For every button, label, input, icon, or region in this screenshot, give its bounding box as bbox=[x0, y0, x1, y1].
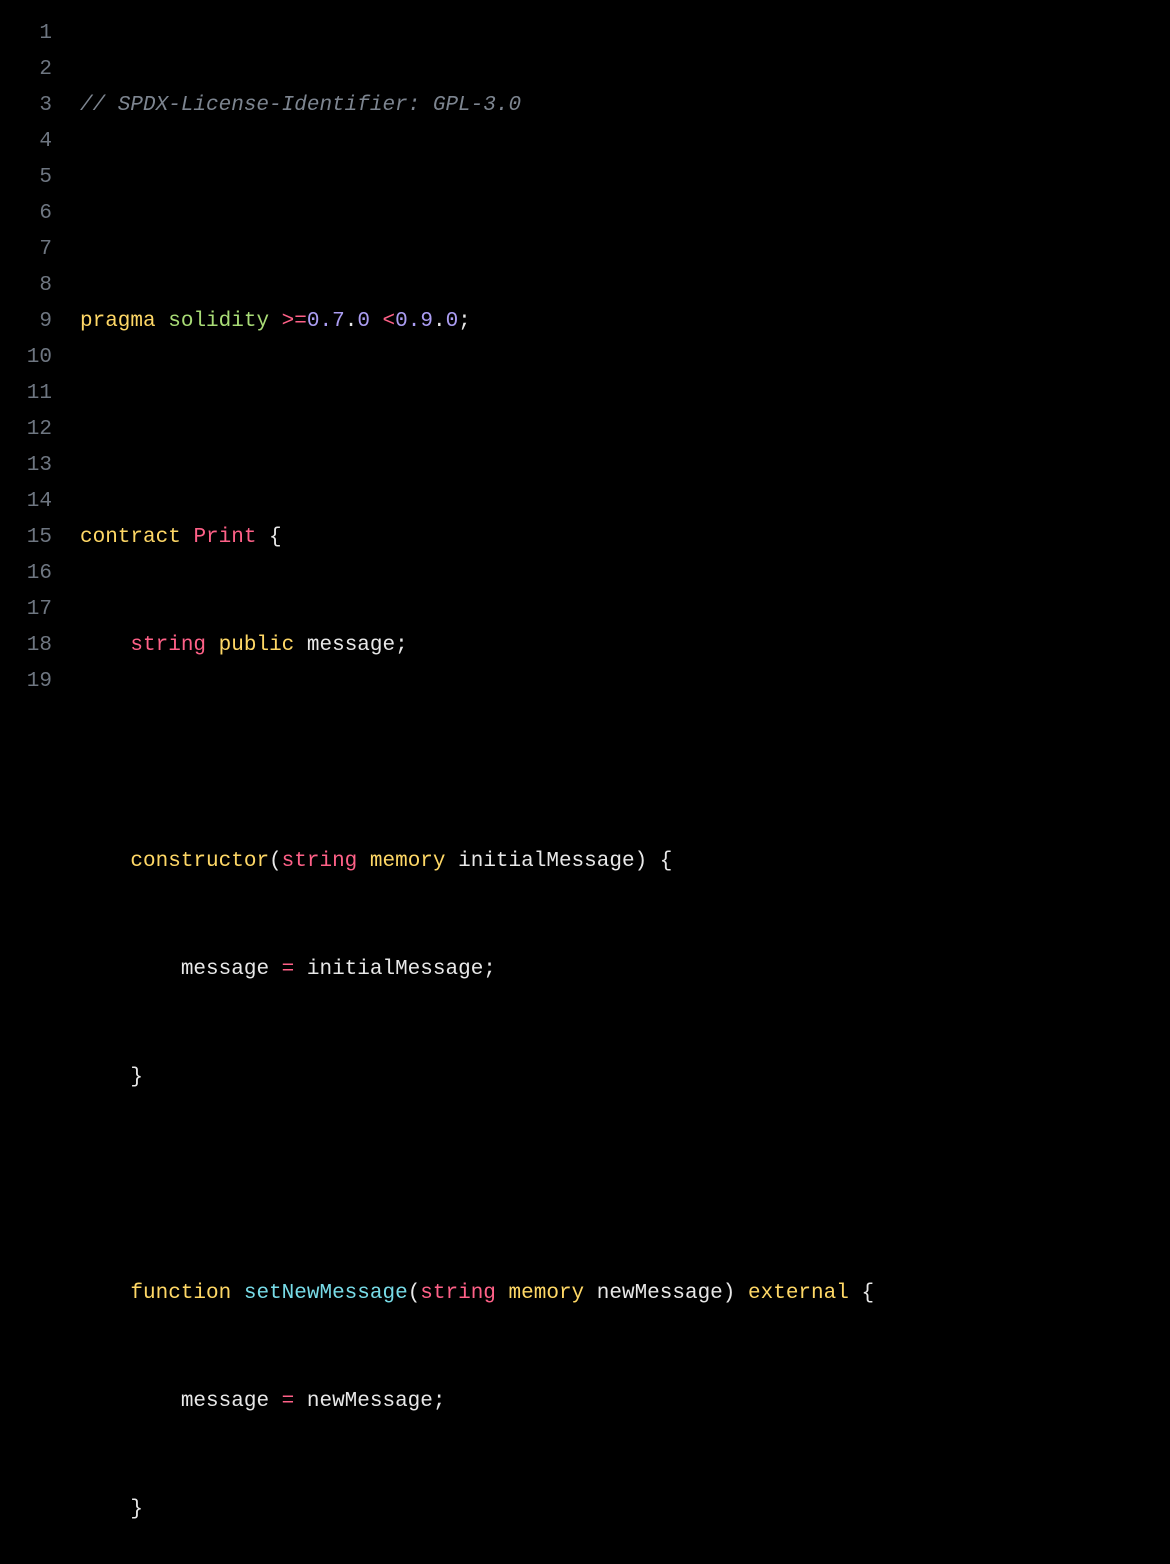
line-number: 5 bbox=[0, 160, 52, 196]
punct-token: ; bbox=[433, 1390, 446, 1413]
punct-token: ) { bbox=[635, 850, 673, 873]
type-token: string bbox=[420, 1282, 496, 1305]
punct-token: ; bbox=[483, 958, 496, 981]
code-editor[interactable]: 1 2 3 4 5 6 7 8 9 10 11 12 13 14 15 16 1… bbox=[0, 16, 1170, 1564]
identifier-token: message bbox=[181, 1390, 282, 1413]
keyword-token: contract bbox=[80, 526, 181, 549]
line-number: 14 bbox=[0, 484, 52, 520]
keyword-token: constructor bbox=[130, 850, 269, 873]
code-line[interactable]: } bbox=[80, 1060, 1170, 1096]
code-line[interactable]: string public message; bbox=[80, 628, 1170, 664]
line-number: 12 bbox=[0, 412, 52, 448]
type-token: string bbox=[130, 634, 206, 657]
punct-token: . bbox=[345, 310, 358, 333]
line-number: 9 bbox=[0, 304, 52, 340]
keyword-token: function bbox=[130, 1282, 231, 1305]
punct-token: ) bbox=[723, 1282, 748, 1305]
line-number: 18 bbox=[0, 628, 52, 664]
code-line[interactable]: } bbox=[80, 1492, 1170, 1528]
indent-token bbox=[80, 634, 130, 657]
identifier-token: solidity bbox=[168, 310, 269, 333]
line-number: 1 bbox=[0, 16, 52, 52]
line-number: 8 bbox=[0, 268, 52, 304]
space-token bbox=[370, 310, 383, 333]
indent-token bbox=[80, 1066, 130, 1089]
line-number: 6 bbox=[0, 196, 52, 232]
punct-token: ; bbox=[395, 634, 408, 657]
line-number: 2 bbox=[0, 52, 52, 88]
line-number-gutter: 1 2 3 4 5 6 7 8 9 10 11 12 13 14 15 16 1… bbox=[0, 16, 80, 1564]
keyword-token: memory bbox=[509, 1282, 585, 1305]
punct-token: } bbox=[130, 1066, 143, 1089]
indent-token bbox=[80, 1390, 181, 1413]
number-token: 0 bbox=[446, 310, 459, 333]
line-number: 11 bbox=[0, 376, 52, 412]
number-token: 0.7 bbox=[307, 310, 345, 333]
punct-token: ( bbox=[408, 1282, 421, 1305]
punct-token: { bbox=[256, 526, 281, 549]
code-line[interactable]: function setNewMessage(string memory new… bbox=[80, 1276, 1170, 1312]
operator-token: < bbox=[383, 310, 396, 333]
line-number: 7 bbox=[0, 232, 52, 268]
code-line[interactable] bbox=[80, 412, 1170, 448]
keyword-token: memory bbox=[370, 850, 446, 873]
punct-token: } bbox=[130, 1498, 143, 1521]
punct-token: ( bbox=[269, 850, 282, 873]
indent-token bbox=[80, 850, 130, 873]
punct-token: ; bbox=[458, 310, 471, 333]
code-line[interactable] bbox=[80, 736, 1170, 772]
indent-token bbox=[80, 958, 181, 981]
number-token: 0.9 bbox=[395, 310, 433, 333]
code-line[interactable] bbox=[80, 1168, 1170, 1204]
identifier-token: newMessage bbox=[294, 1390, 433, 1413]
code-line[interactable]: message = newMessage; bbox=[80, 1384, 1170, 1420]
number-token: 0 bbox=[357, 310, 370, 333]
line-number: 19 bbox=[0, 664, 52, 700]
type-token: string bbox=[282, 850, 358, 873]
line-number: 3 bbox=[0, 88, 52, 124]
line-number: 15 bbox=[0, 520, 52, 556]
operator-token: = bbox=[282, 1390, 295, 1413]
function-name-token: setNewMessage bbox=[244, 1282, 408, 1305]
punct-token: . bbox=[433, 310, 446, 333]
keyword-token: pragma bbox=[80, 310, 156, 333]
code-content[interactable]: // SPDX-License-Identifier: GPL-3.0 prag… bbox=[80, 16, 1170, 1564]
keyword-token: public bbox=[219, 634, 295, 657]
identifier-token: initialMessage bbox=[294, 958, 483, 981]
indent-token bbox=[80, 1498, 130, 1521]
identifier-token: initialMessage bbox=[458, 850, 634, 873]
code-line[interactable]: pragma solidity >=0.7.0 <0.9.0; bbox=[80, 304, 1170, 340]
operator-token: = bbox=[282, 958, 295, 981]
classname-token: Print bbox=[193, 526, 256, 549]
code-line[interactable]: // SPDX-License-Identifier: GPL-3.0 bbox=[80, 88, 1170, 124]
comment-token: // SPDX-License-Identifier: GPL-3.0 bbox=[80, 94, 521, 117]
code-line[interactable]: contract Print { bbox=[80, 520, 1170, 556]
punct-token: { bbox=[849, 1282, 874, 1305]
identifier-token: message bbox=[307, 634, 395, 657]
code-line[interactable]: constructor(string memory initialMessage… bbox=[80, 844, 1170, 880]
keyword-token: external bbox=[748, 1282, 849, 1305]
identifier-token: newMessage bbox=[597, 1282, 723, 1305]
line-number: 13 bbox=[0, 448, 52, 484]
indent-token bbox=[80, 1282, 130, 1305]
line-number: 10 bbox=[0, 340, 52, 376]
operator-token: >= bbox=[282, 310, 307, 333]
line-number: 16 bbox=[0, 556, 52, 592]
line-number: 17 bbox=[0, 592, 52, 628]
code-line[interactable] bbox=[80, 196, 1170, 232]
identifier-token: message bbox=[181, 958, 282, 981]
line-number: 4 bbox=[0, 124, 52, 160]
code-line[interactable]: message = initialMessage; bbox=[80, 952, 1170, 988]
